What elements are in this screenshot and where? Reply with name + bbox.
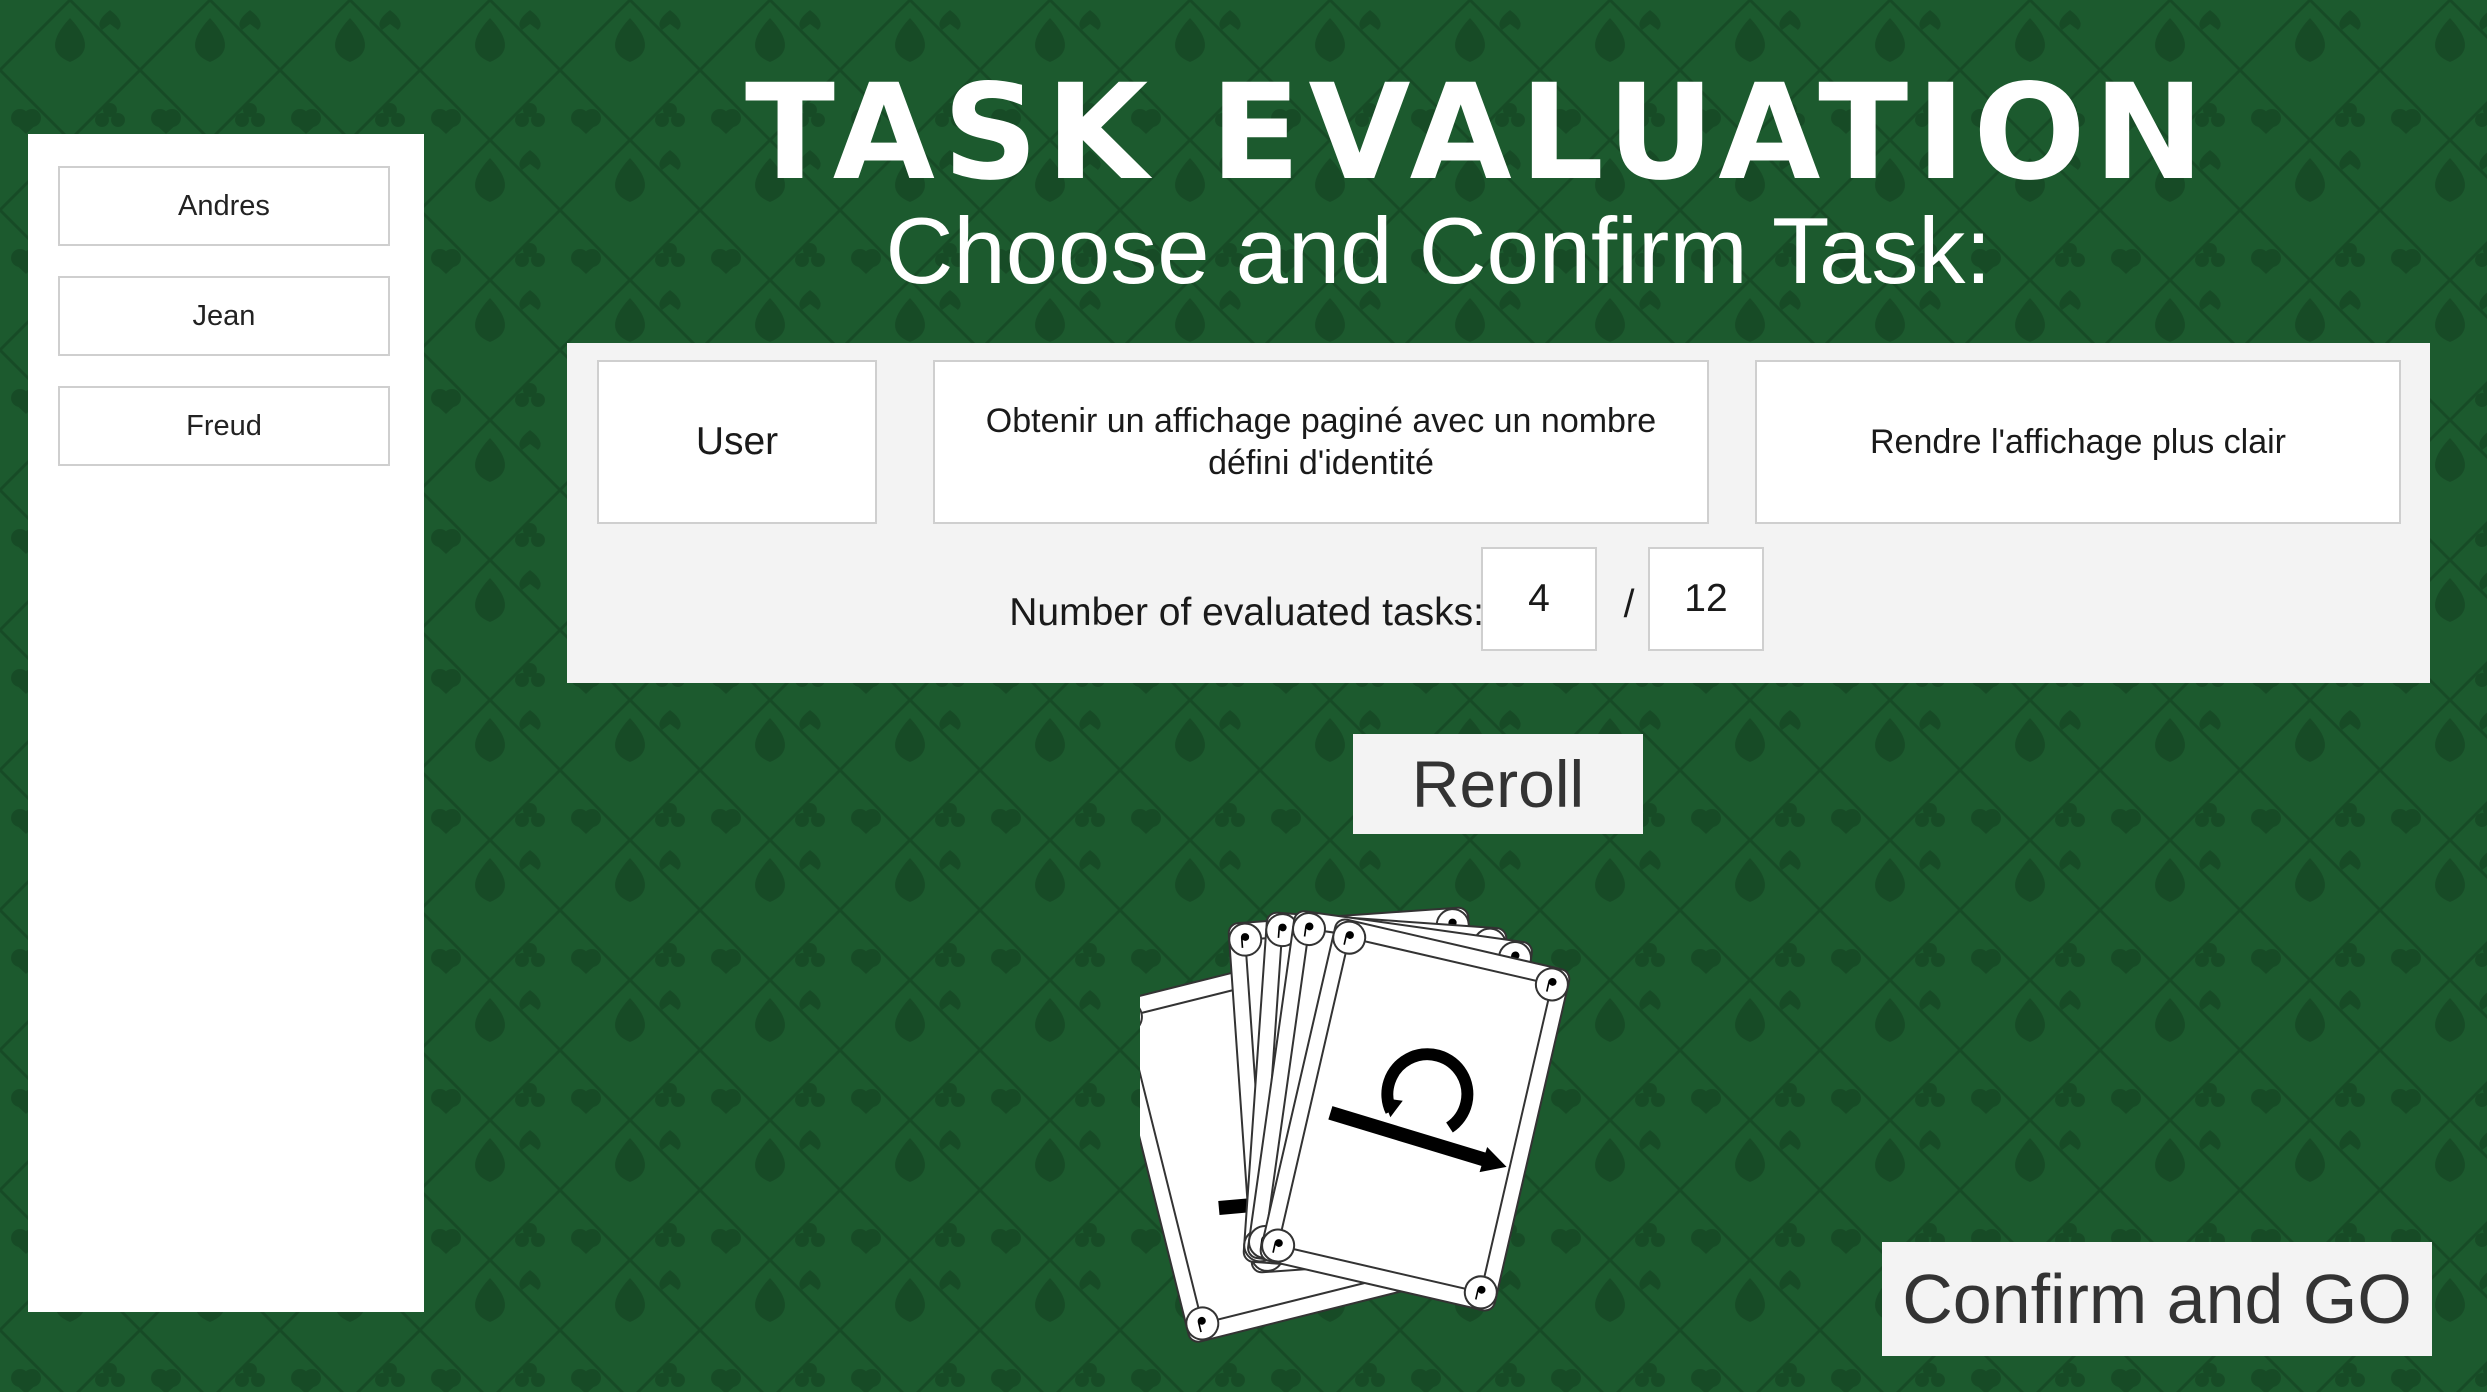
player-list-sidebar: Andres Jean Freud	[28, 134, 424, 1312]
confirm-and-go-button[interactable]: Confirm and GO	[1882, 1242, 2432, 1356]
page-title: TASK EVALUATION	[744, 56, 2213, 210]
evaluated-count-field: 4	[1481, 547, 1597, 651]
page-subtitle: Choose and Confirm Task:	[885, 198, 1992, 303]
task-benefit-box: Rendre l'affichage plus clair	[1755, 360, 2401, 524]
evaluated-tasks-label: Number of evaluated tasks:	[1009, 591, 1484, 634]
task-panel: User Obtenir un affichage paginé avec un…	[567, 343, 2430, 683]
count-separator: /	[1623, 583, 1635, 626]
total-count-field: 12	[1648, 547, 1764, 651]
task-role-box: User	[597, 360, 877, 524]
reroll-button[interactable]: Reroll	[1353, 734, 1643, 834]
card-deck-illustration: ᖰ ᖰ ᖰ ᖰ	[1140, 906, 1573, 1345]
player-button-freud[interactable]: Freud	[58, 386, 390, 466]
task-goal-box: Obtenir un affichage paginé avec un nomb…	[933, 360, 1709, 524]
